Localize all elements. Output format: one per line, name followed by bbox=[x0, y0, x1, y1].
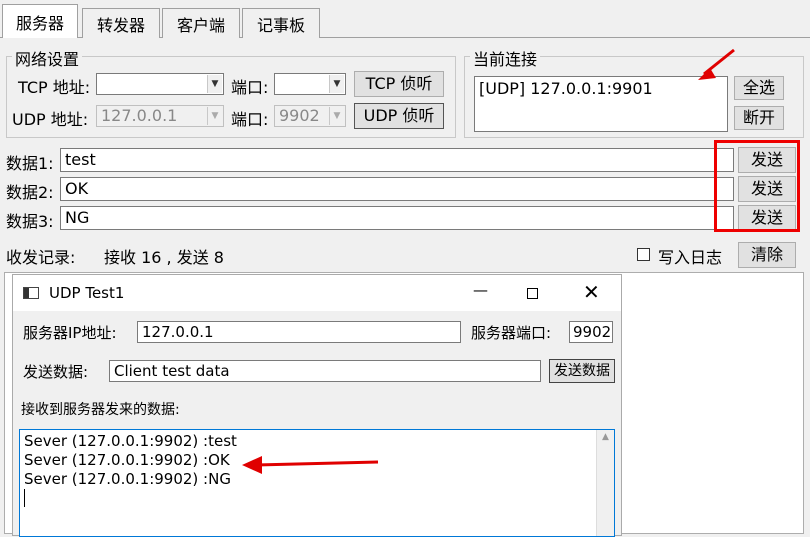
arrow-to-connection bbox=[698, 48, 735, 80]
annotation-arrows bbox=[242, 48, 735, 474]
arrow-to-received bbox=[242, 456, 379, 474]
